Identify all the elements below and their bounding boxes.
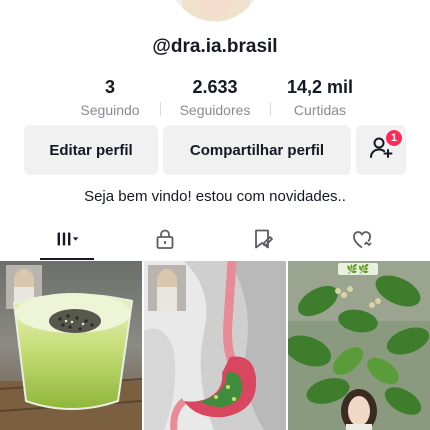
tab-private[interactable] [115, 222, 215, 260]
following-count: 3 [104, 77, 115, 97]
video-thumbnail[interactable] [0, 261, 142, 430]
video-grid: 🌿🌿 [0, 261, 430, 430]
video-thumbnail[interactable]: 🌿🌿 [288, 261, 430, 430]
plant-thumbnail-image [288, 261, 430, 430]
juice-thumbnail-image [0, 261, 142, 430]
following-label: Seguindo [80, 102, 140, 118]
active-tab-indicator [40, 258, 94, 260]
stats-row: 3 Seguindo 2.633 Seguidores 14,2 mil Cur… [0, 76, 430, 120]
likes-label: Curtidas [293, 102, 347, 118]
tab-saved[interactable] [213, 222, 313, 260]
video-thumbnail[interactable] [144, 261, 286, 430]
stomach-thumbnail-image [144, 261, 286, 430]
content-tabs [0, 222, 430, 260]
lock-icon [153, 228, 177, 255]
followers-count: 2.633 [192, 77, 238, 97]
avatar[interactable] [169, 0, 261, 22]
notification-badge: 1 [385, 129, 403, 147]
bookmark-icon [251, 228, 275, 255]
grid-icon [56, 228, 80, 255]
stat-following[interactable]: 3 Seguindo [55, 76, 165, 120]
tab-videos[interactable] [18, 222, 118, 260]
share-profile-button[interactable]: Compartilhar perfil [163, 125, 351, 175]
add-friends-button[interactable]: 1 [356, 125, 406, 175]
stat-followers[interactable]: 2.633 Seguidores [160, 76, 270, 120]
followers-label: Seguidores [179, 102, 251, 118]
likes-count: 14,2 mil [286, 77, 354, 97]
stat-likes[interactable]: 14,2 mil Curtidas [265, 76, 375, 120]
edit-profile-button[interactable]: Editar perfil [24, 125, 158, 175]
tab-liked[interactable] [312, 222, 412, 260]
video-tag: 🌿🌿 [338, 263, 378, 275]
liked-heart-icon [350, 228, 374, 255]
profile-bio: Seja bem vindo! estou com novidades.. [84, 188, 346, 205]
username: @dra.ia.brasil [152, 36, 278, 57]
